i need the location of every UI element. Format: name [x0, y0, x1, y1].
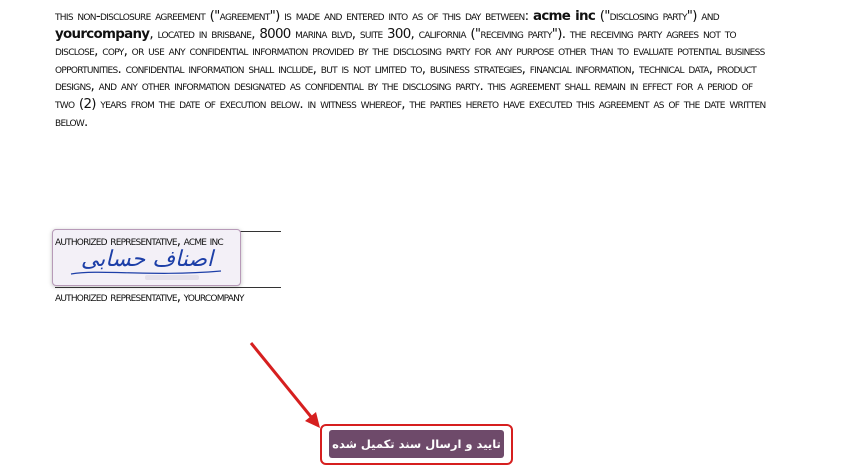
- signature-lettering: اصناف حسابی: [81, 247, 216, 272]
- agreement-terms-text: , located in Brisbane, 8000 Marina Blvd,…: [55, 26, 766, 130]
- signature-caption-b: Authorized Representative, YourCompany: [55, 290, 245, 305]
- confirm-and-send-button[interactable]: تایید و ارسال سند تکمیل شده: [329, 430, 504, 458]
- document-body: This non-disclosure agreement ("Agreemen…: [55, 9, 766, 130]
- party-a-role-text: ("Disclosing Party") and: [599, 9, 720, 24]
- receiving-party-name: YourCompany: [55, 26, 150, 42]
- disclosing-party-name: acme inc: [532, 9, 596, 24]
- signature-line-b: [55, 287, 281, 288]
- signature-caption-a: Authorized Representative, acme inc: [55, 234, 224, 249]
- intro-text: This non-disclosure agreement ("Agreemen…: [55, 9, 525, 24]
- signature-stamp-placeholder: [145, 275, 199, 280]
